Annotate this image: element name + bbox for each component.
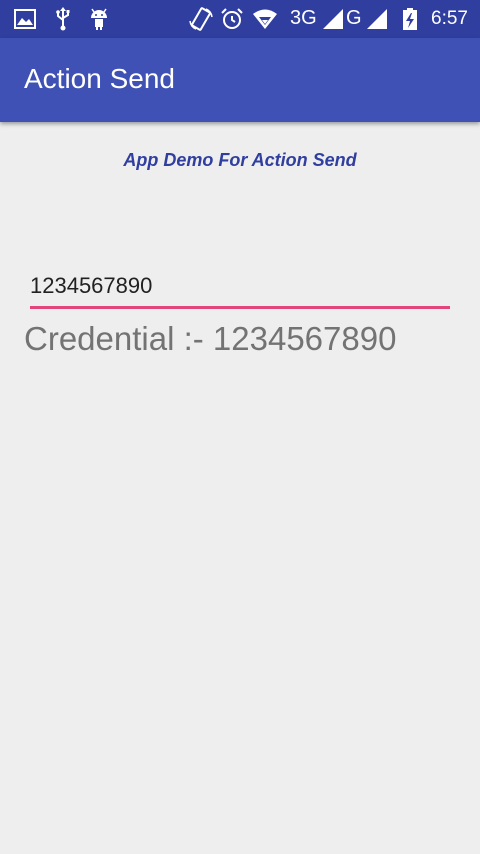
app-bar: Action Send [0, 38, 480, 122]
app-title: Action Send [24, 63, 175, 94]
status-bar: 3G G 6:57 [0, 0, 480, 38]
signal-icon [322, 7, 344, 31]
alarm-icon [220, 7, 244, 31]
page-subtitle: App Demo For Action Send [123, 150, 357, 170]
network-type-g: G [346, 7, 362, 29]
network-type-3g: 3G [290, 7, 317, 29]
credential-input-container [30, 268, 450, 309]
battery-charging-icon [402, 7, 418, 31]
signal-icon-2 [366, 7, 388, 31]
usb-icon [54, 7, 72, 31]
rotation-icon [188, 7, 214, 31]
credential-text: Credential :- 1234567890 [24, 320, 397, 357]
image-icon [14, 7, 36, 31]
wifi-icon [252, 7, 278, 31]
clock: 6:57 [431, 8, 468, 29]
android-debug-icon [88, 7, 110, 31]
credential-input[interactable] [30, 270, 450, 302]
